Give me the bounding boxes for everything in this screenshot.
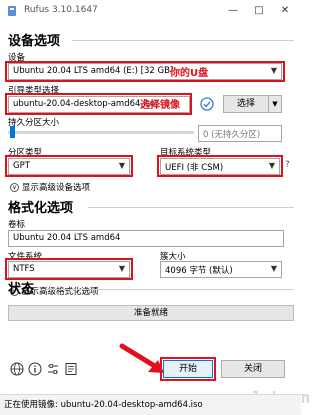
volume-label-label: 卷标 (8, 220, 26, 230)
persistent-slider-thumb[interactable] (10, 126, 15, 138)
annotation-box-target (157, 155, 283, 177)
annotation-box-partition (5, 155, 133, 177)
chevron-down-icon: ∨ (10, 183, 19, 192)
volume-label-input[interactable]: Ubuntu 20.04 LTS amd64 (8, 230, 284, 247)
close-button[interactable]: 关闭 (221, 360, 285, 378)
section-divider (88, 207, 294, 208)
maximize-button[interactable]: □ (248, 2, 270, 20)
status-bar: 正在使用镜像: ubuntu-20.04-desktop-amd64.iso (0, 394, 301, 415)
persistent-slider-track[interactable] (8, 131, 194, 134)
settings-sliders-icon[interactable] (46, 362, 60, 376)
advanced-drive-toggle[interactable]: ∨ 显示高级设备选项 (10, 181, 90, 193)
log-icon[interactable] (64, 362, 78, 376)
annotation-box-filesystem (5, 258, 133, 280)
annotation-box-device (5, 61, 285, 82)
cluster-size-dropdown[interactable]: 4096 字节 (默认) ▼ (160, 261, 282, 278)
section-divider (46, 289, 294, 290)
select-dropdown-button[interactable]: ▼ (268, 95, 282, 113)
info-icon[interactable] (28, 362, 42, 376)
section-title-format: 格式化选项 (8, 201, 74, 216)
section-title-drive: 设备选项 (8, 34, 61, 49)
persistent-size-field[interactable]: 0 (无持久分区) (198, 125, 282, 142)
section-title-status: 状态 (8, 282, 35, 297)
minimize-button[interactable]: — (222, 2, 244, 20)
annotation-image: 选择镜像 (140, 100, 180, 111)
verify-checkmark-icon[interactable] (200, 97, 214, 111)
help-icon[interactable]: ? (285, 160, 290, 170)
title-bar: Rufus 3.10.1647 — □ ✕ (0, 0, 301, 22)
annotation-device: 你的U盘 (170, 68, 209, 79)
annotation-box-start (160, 357, 216, 381)
cluster-size-value: 4096 字节 (默认) (165, 266, 233, 276)
section-divider (72, 40, 294, 41)
status-progress-bar: 准备就绪 (8, 305, 294, 321)
globe-icon[interactable] (10, 362, 24, 376)
select-image-button[interactable]: 选择 (223, 95, 269, 113)
chevron-down-icon: ▼ (270, 264, 277, 273)
status-progress-text: 准备就绪 (133, 308, 168, 318)
close-window-button[interactable]: ✕ (274, 2, 296, 20)
window-title: Rufus 3.10.1647 (24, 5, 98, 15)
status-bar-text: 正在使用镜像: ubuntu-20.04-desktop-amd64.iso (4, 400, 203, 410)
persistent-label: 持久分区大小 (8, 118, 60, 128)
advanced-drive-label: 显示高级设备选项 (22, 183, 91, 193)
rufus-usb-icon (8, 6, 16, 16)
